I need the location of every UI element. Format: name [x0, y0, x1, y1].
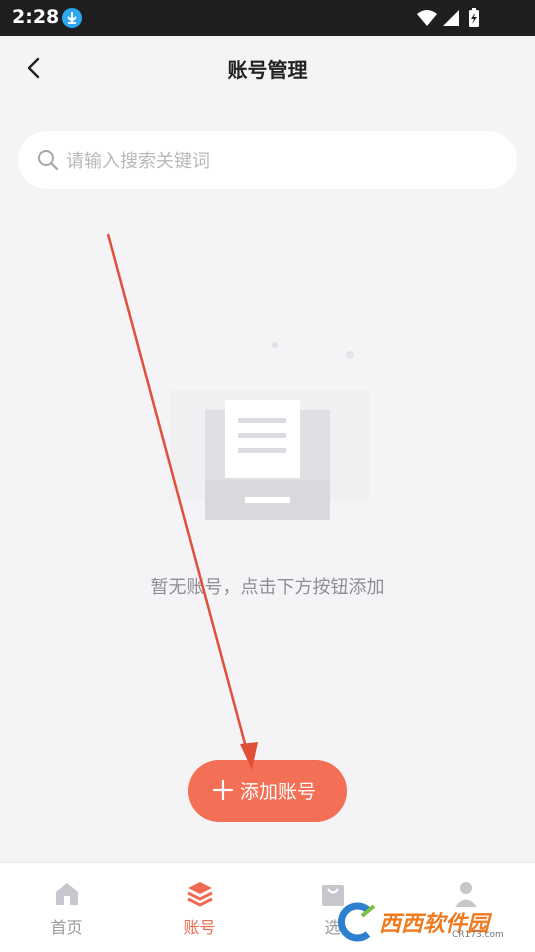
signal-icon: [443, 10, 459, 26]
tab-label: 账号: [183, 918, 216, 937]
search-icon: [38, 150, 59, 171]
tab-home[interactable]: 首页: [0, 863, 133, 952]
tab-label: 首页: [50, 918, 83, 937]
download-icon: [62, 8, 82, 28]
layers-icon: [187, 882, 213, 907]
status-icons: [417, 8, 479, 27]
add-account-label: 添加账号: [240, 781, 317, 803]
empty-state-message: 暂无账号，点击下方按钮添加: [150, 577, 385, 598]
add-account-button[interactable]: 添加账号: [188, 760, 347, 822]
status-time: 2:28: [12, 6, 60, 28]
page-title: 账号管理: [227, 58, 308, 82]
empty-document-illustration: [170, 342, 370, 520]
watermark-c-icon: [337, 902, 376, 942]
plus-icon: [212, 779, 234, 801]
search-placeholder: 请输入搜索关键词: [66, 151, 210, 172]
nav-bar: 账号管理: [0, 36, 535, 100]
search-input[interactable]: 请输入搜索关键词: [18, 131, 517, 189]
tab-accounts[interactable]: 账号: [133, 863, 266, 952]
wifi-icon: [417, 10, 437, 26]
status-bar: 2:28: [0, 0, 535, 36]
watermark-sub: CR173.com: [452, 930, 504, 940]
watermark-logo: 西西软件园 CR173.com: [334, 900, 519, 945]
home-icon: [56, 883, 78, 905]
